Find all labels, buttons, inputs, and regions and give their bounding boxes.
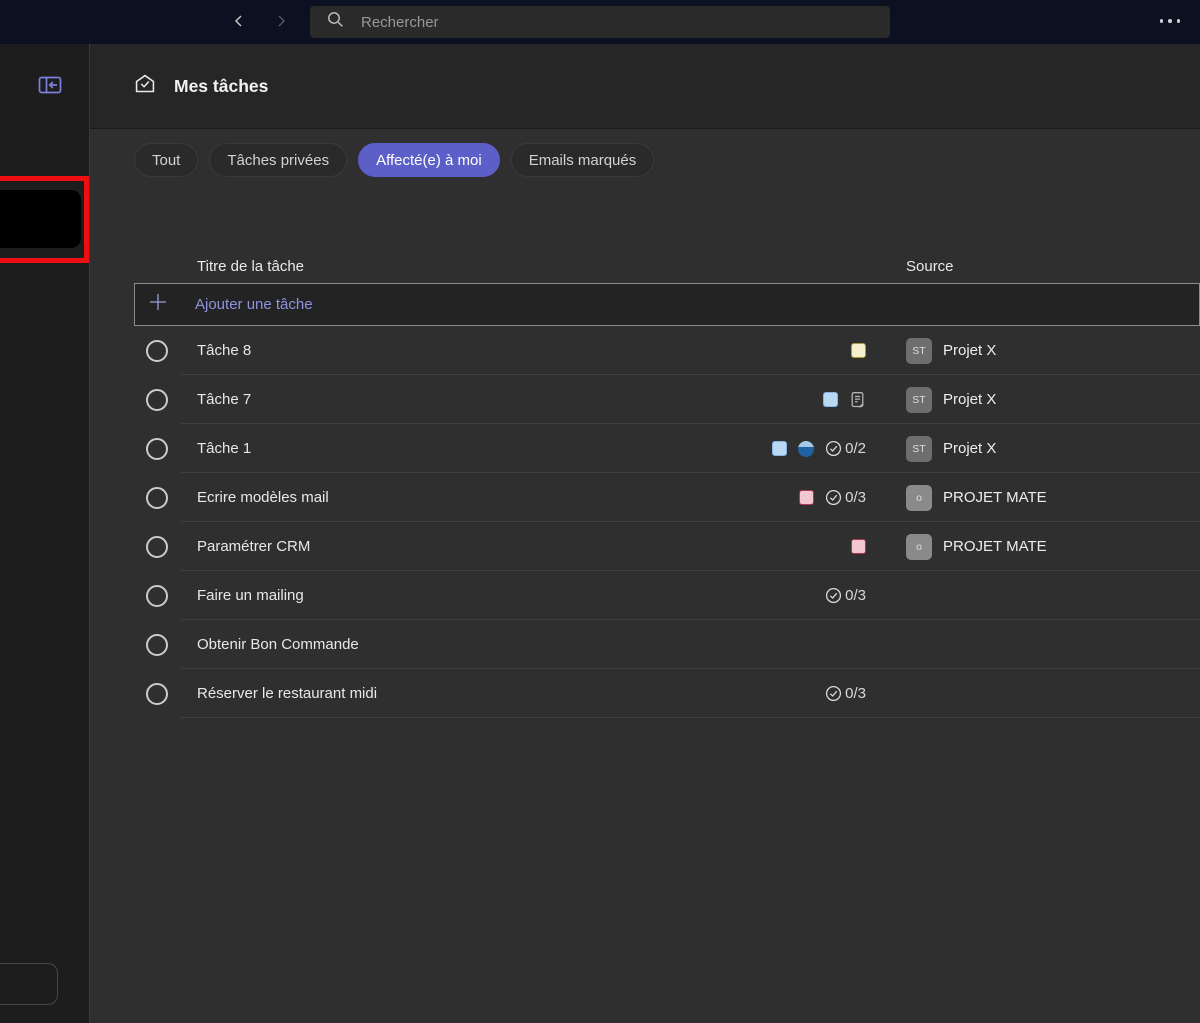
collapse-panel-icon — [35, 88, 65, 103]
filter-tabs: Tout Tâches privées Affecté(e) à moi Emails… — [134, 143, 1200, 177]
source-badge: o — [906, 485, 932, 511]
label-chip-blue — [772, 441, 787, 456]
app-sidebar — [0, 44, 90, 1023]
task-complete-checkbox[interactable] — [146, 683, 168, 705]
checklist-check-icon — [825, 489, 842, 506]
source-badge: ST — [906, 338, 932, 364]
collapse-sidebar-button[interactable] — [34, 70, 66, 102]
task-indicators: 0/3 — [666, 489, 866, 506]
task-indicators — [666, 539, 866, 554]
source-name: PROJET MATE — [943, 538, 1047, 555]
search-icon — [327, 11, 344, 33]
back-button[interactable] — [224, 8, 254, 36]
task-complete-checkbox[interactable] — [146, 487, 168, 509]
task-complete-checkbox[interactable] — [146, 585, 168, 607]
task-source: o PROJET MATE — [906, 485, 1200, 511]
task-indicators: 0/2 — [666, 440, 866, 457]
source-name: PROJET MATE — [943, 489, 1047, 506]
forward-button[interactable] — [266, 8, 296, 36]
add-task-label: Ajouter une tâche — [195, 296, 313, 313]
page-title: Mes tâches — [174, 76, 268, 97]
checklist-progress: 0/3 — [825, 587, 866, 604]
chevron-left-icon — [231, 13, 247, 32]
source-badge: ST — [906, 387, 932, 413]
task-source: ST Projet X — [906, 338, 1200, 364]
label-chip-pink — [851, 539, 866, 554]
checklist-progress-value: 0/2 — [845, 440, 866, 457]
search-input[interactable] — [359, 13, 839, 32]
annotation-highlight-box — [0, 176, 89, 263]
checklist-progress-value: 0/3 — [845, 587, 866, 604]
task-complete-checkbox[interactable] — [146, 389, 168, 411]
task-complete-checkbox[interactable] — [146, 536, 168, 558]
search-bar[interactable] — [310, 6, 890, 38]
source-name: Projet X — [943, 440, 996, 457]
checklist-progress: 0/3 — [825, 685, 866, 702]
tasks-app-main: Mes tâches Tout Tâches privées Affecté(e) … — [90, 44, 1200, 1023]
task-row[interactable]: Paramétrer CRM o PROJET MATE — [90, 522, 1200, 571]
label-chip-pink — [799, 490, 814, 505]
column-header-source: Source — [906, 258, 1200, 275]
task-row[interactable]: Réserver le restaurant midi 0/3 — [90, 669, 1200, 718]
task-complete-checkbox[interactable] — [146, 340, 168, 362]
tab-private-tasks[interactable]: Tâches privées — [209, 143, 347, 177]
plus-icon — [147, 291, 169, 318]
note-icon — [849, 391, 866, 409]
source-name: Projet X — [943, 342, 996, 359]
add-task-row[interactable]: Ajouter une tâche — [134, 283, 1200, 326]
source-name: Projet X — [943, 391, 996, 408]
task-source: ST Projet X — [906, 387, 1200, 413]
column-header-title: Titre de la tâche — [197, 258, 666, 275]
task-indicators: 0/3 — [666, 685, 866, 702]
checklist-check-icon — [825, 587, 842, 604]
tasks-app-icon — [134, 73, 156, 100]
task-row[interactable]: Obtenir Bon Commande — [90, 620, 1200, 669]
task-row[interactable]: Ecrire modèles mail 0/3 o PROJET MATE — [90, 473, 1200, 522]
tab-assigned-to-me[interactable]: Affecté(e) à moi — [358, 143, 500, 177]
task-row[interactable]: Faire un mailing 0/3 — [90, 571, 1200, 620]
task-title: Tâche 7 — [197, 391, 666, 408]
task-complete-checkbox[interactable] — [146, 438, 168, 460]
task-title: Faire un mailing — [197, 587, 666, 604]
task-indicators: 0/3 — [666, 587, 866, 604]
checklist-progress-value: 0/3 — [845, 685, 866, 702]
task-title: Tâche 1 — [197, 440, 666, 457]
label-chip-blue — [823, 392, 838, 407]
teams-top-bar — [0, 0, 1200, 44]
task-indicators — [666, 391, 866, 409]
label-chip-yellow — [851, 343, 866, 358]
table-header: Titre de la tâche Source — [90, 249, 1200, 283]
task-row[interactable]: Tâche 7 ST Projet X — [90, 375, 1200, 424]
checklist-progress-value: 0/3 — [845, 489, 866, 506]
task-title: Réserver le restaurant midi — [197, 685, 666, 702]
source-badge: o — [906, 534, 932, 560]
tab-all[interactable]: Tout — [134, 143, 198, 177]
checklist-progress: 0/2 — [825, 440, 866, 457]
task-indicators — [666, 343, 866, 358]
task-row[interactable]: Tâche 1 0/2 ST Projet X — [90, 424, 1200, 473]
task-title: Paramétrer CRM — [197, 538, 666, 555]
more-options-icon[interactable] — [1160, 19, 1181, 23]
checklist-progress: 0/3 — [825, 489, 866, 506]
task-source: o PROJET MATE — [906, 534, 1200, 560]
checklist-check-icon — [825, 685, 842, 702]
chevron-right-icon — [273, 13, 289, 32]
task-title: Ecrire modèles mail — [197, 489, 666, 506]
task-title: Obtenir Bon Commande — [197, 636, 666, 653]
task-row[interactable]: Tâche 8 ST Projet X — [90, 326, 1200, 375]
checklist-check-icon — [825, 440, 842, 457]
source-badge: ST — [906, 436, 932, 462]
sidebar-bottom-button[interactable] — [0, 963, 58, 1005]
tab-flagged-emails[interactable]: Emails marqués — [511, 143, 655, 177]
task-source: ST Projet X — [906, 436, 1200, 462]
page-header: Mes tâches — [90, 44, 1200, 129]
task-rows: Tâche 8STProjet XTâche 7STProjet XTâche … — [90, 326, 1200, 718]
task-complete-checkbox[interactable] — [146, 634, 168, 656]
row-separator — [181, 717, 1200, 718]
in-progress-icon — [798, 441, 814, 457]
task-title: Tâche 8 — [197, 342, 666, 359]
